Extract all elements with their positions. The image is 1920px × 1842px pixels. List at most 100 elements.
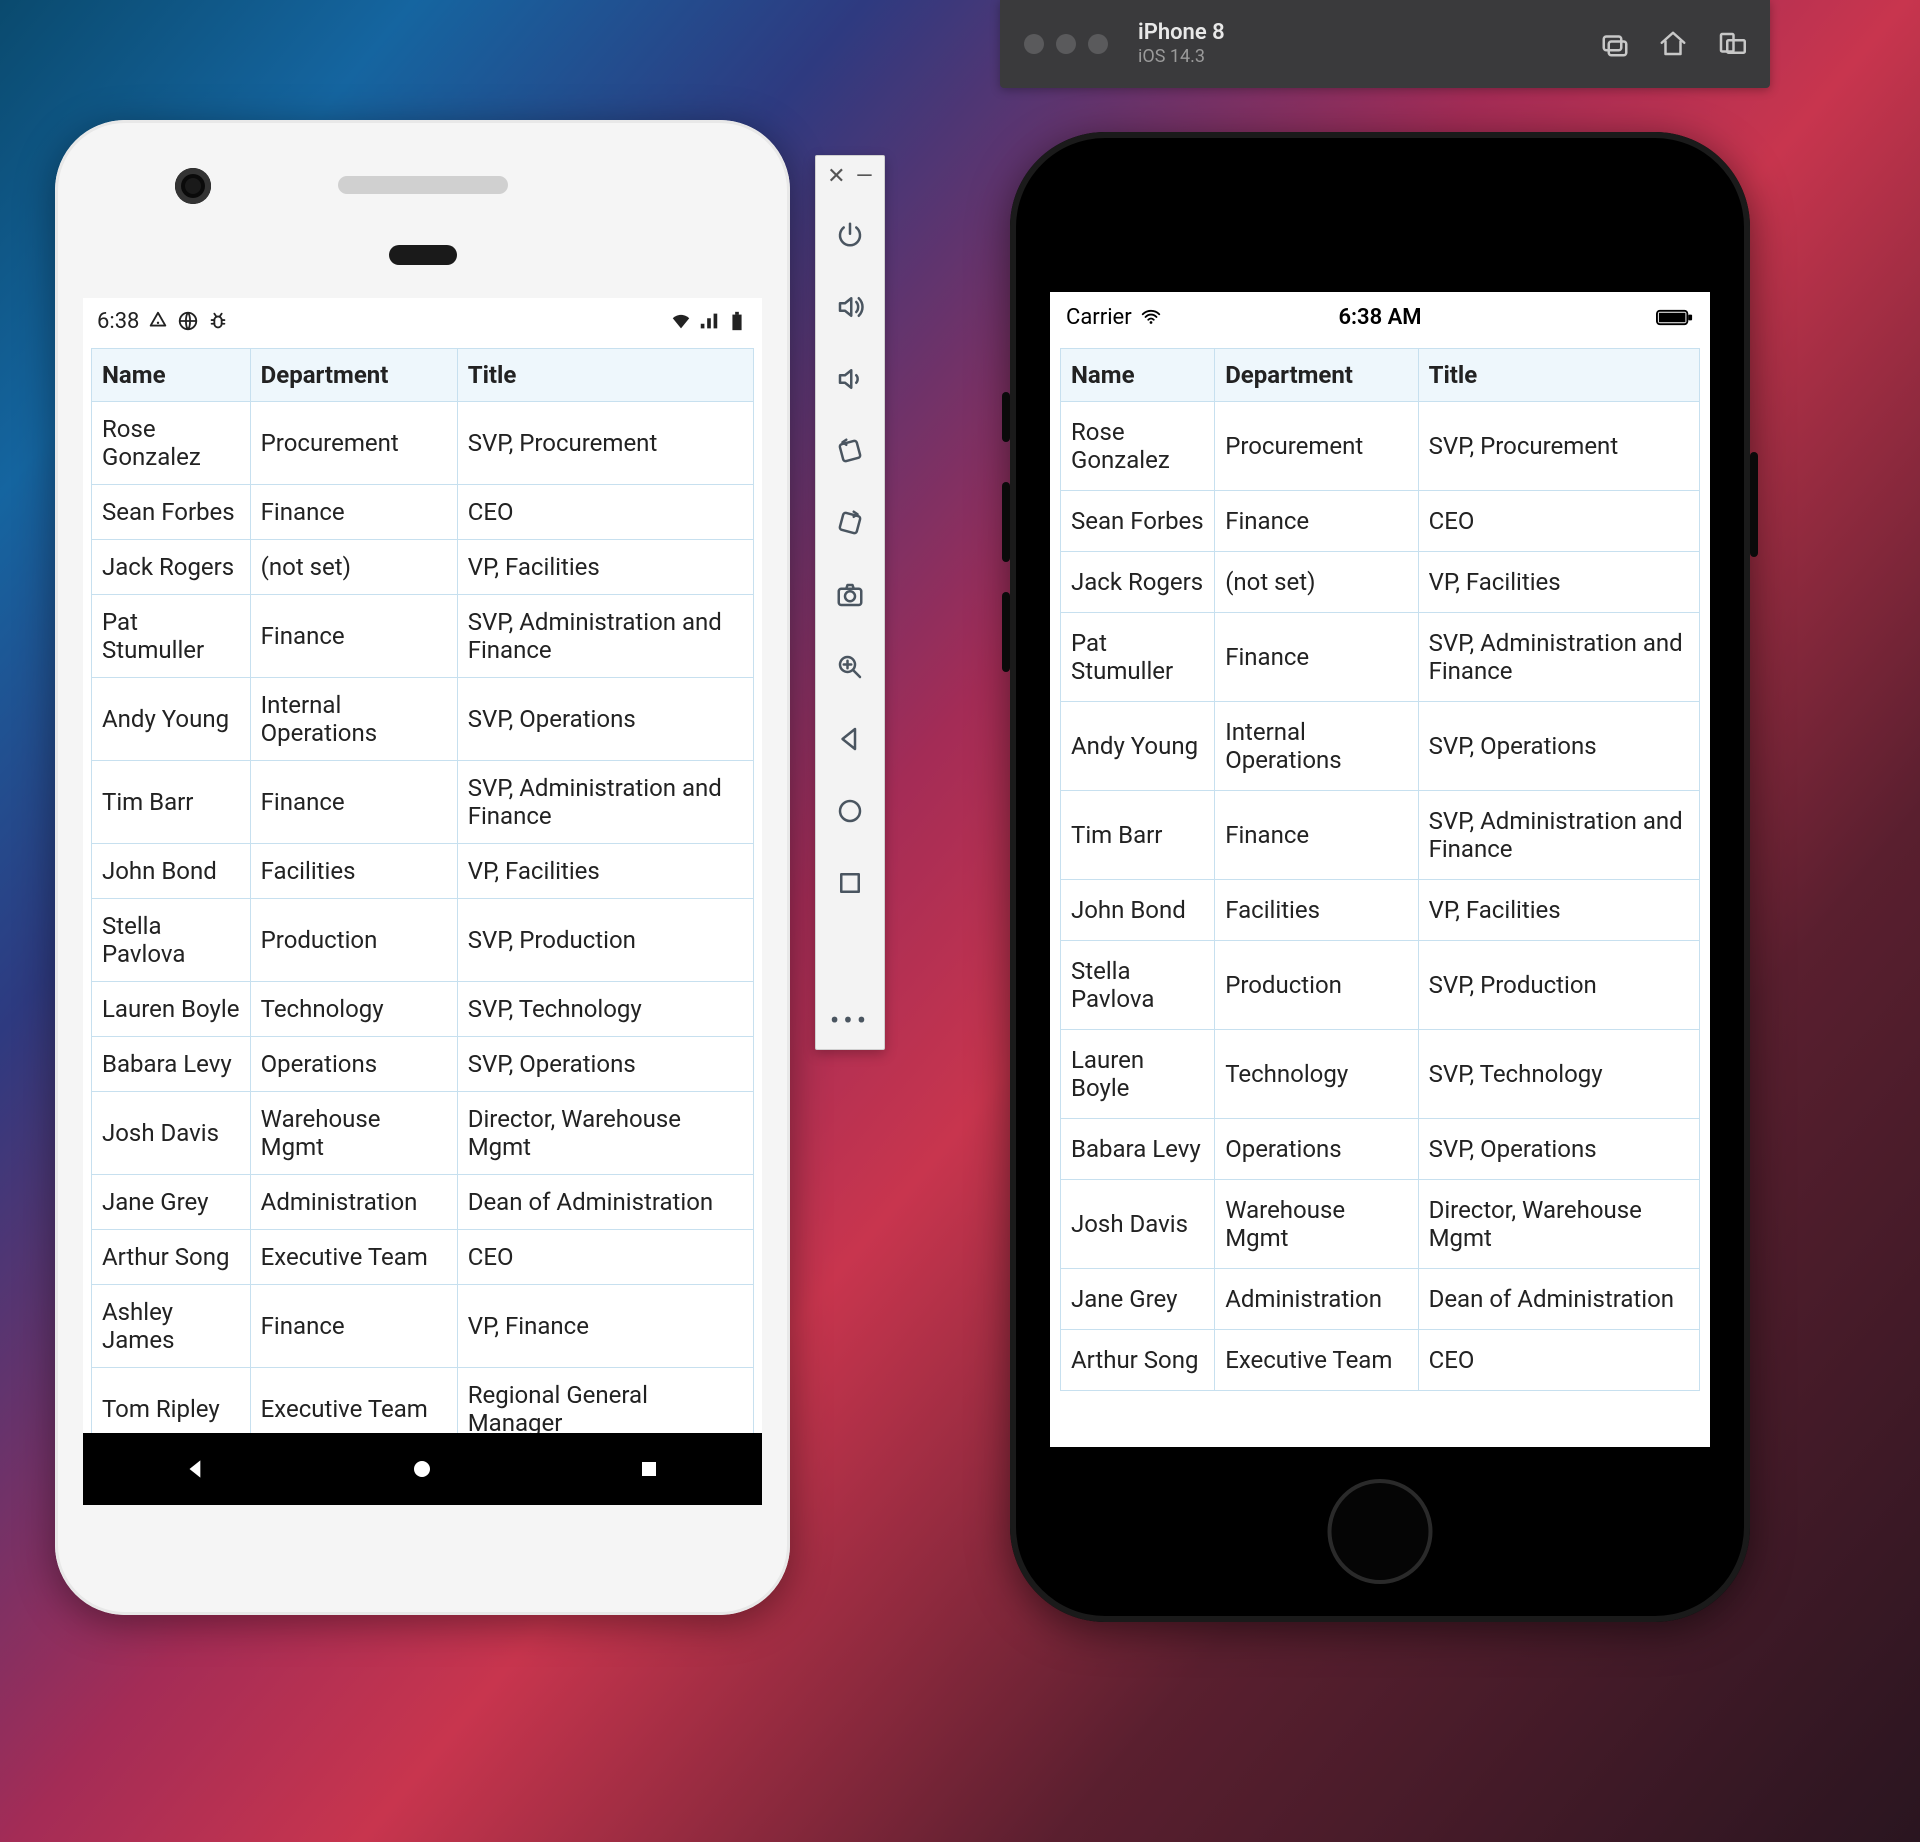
rotate-left-icon[interactable] (828, 429, 872, 473)
table-row[interactable]: Jack Rogers(not set)VP, Facilities (92, 540, 754, 595)
cell-title: Dean of Administration (1418, 1269, 1699, 1330)
cell-title: SVP, Technology (1418, 1030, 1699, 1119)
table-row[interactable]: Tim BarrFinanceSVP, Administration and F… (92, 761, 754, 844)
emu-back-icon[interactable] (828, 717, 872, 761)
android-app-content[interactable]: Name Department Title Rose GonzalezProcu… (83, 344, 762, 1433)
table-row[interactable]: Arthur SongExecutive TeamCEO (92, 1230, 754, 1285)
cell-title: SVP, Administration and Finance (1418, 791, 1699, 880)
table-header-row: Name Department Title (92, 349, 754, 402)
cell-title: SVP, Production (457, 899, 753, 982)
cell-department: Finance (1215, 613, 1418, 702)
table-row[interactable]: Pat StumullerFinanceSVP, Administration … (92, 595, 754, 678)
cell-department: Facilities (250, 844, 457, 899)
cell-department: Finance (250, 1285, 457, 1368)
iphone-power-button[interactable] (1750, 452, 1758, 557)
cell-title: VP, Facilities (1418, 552, 1699, 613)
table-row[interactable]: Tom RipleyExecutive TeamRegional General… (92, 1368, 754, 1434)
iphone-mute-switch[interactable] (1002, 392, 1010, 442)
contacts-table-android[interactable]: Name Department Title Rose GonzalezProcu… (91, 348, 754, 1433)
cell-name: Andy Young (92, 678, 251, 761)
table-row[interactable]: Jack Rogers(not set)VP, Facilities (1061, 552, 1700, 613)
table-row[interactable]: Sean ForbesFinanceCEO (92, 485, 754, 540)
volume-down-icon[interactable] (828, 357, 872, 401)
ios-simulator-titlebar[interactable]: iPhone 8 iOS 14.3 (1000, 0, 1770, 88)
table-row[interactable]: Lauren BoyleTechnologySVP, Technology (92, 982, 754, 1037)
table-row[interactable]: John BondFacilitiesVP, Facilities (1061, 880, 1700, 941)
volume-up-icon[interactable] (828, 285, 872, 329)
cell-name: Andy Young (1061, 702, 1215, 791)
table-row[interactable]: Jane GreyAdministrationDean of Administr… (92, 1175, 754, 1230)
ios-app-content[interactable]: Name Department Title Rose GonzalezProcu… (1050, 342, 1710, 1447)
table-row[interactable]: Lauren BoyleTechnologySVP, Technology (1061, 1030, 1700, 1119)
table-row[interactable]: Stella PavlovaProductionSVP, Production (1061, 941, 1700, 1030)
table-row[interactable]: Andy YoungInternal OperationsSVP, Operat… (92, 678, 754, 761)
cell-department: Warehouse Mgmt (1215, 1180, 1418, 1269)
window-zoom-icon[interactable] (1088, 34, 1108, 54)
table-row[interactable]: Rose GonzalezProcurementSVP, Procurement (1061, 402, 1700, 491)
cell-name: Lauren Boyle (92, 982, 251, 1037)
table-row[interactable]: Andy YoungInternal OperationsSVP, Operat… (1061, 702, 1700, 791)
sim-screenshot-icon[interactable] (1600, 29, 1630, 59)
contacts-table-ios[interactable]: Name Department Title Rose GonzalezProcu… (1060, 348, 1700, 1391)
iphone-volume-down[interactable] (1002, 592, 1010, 672)
iphone-volume-up[interactable] (1002, 482, 1010, 562)
emu-close-button[interactable]: ✕ (827, 164, 845, 189)
sim-rotate-icon[interactable] (1716, 29, 1746, 59)
cell-title: SVP, Administration and Finance (457, 595, 753, 678)
window-traffic-lights[interactable] (1024, 34, 1108, 54)
cell-department: Operations (250, 1037, 457, 1092)
zoom-icon[interactable] (828, 645, 872, 689)
col-name-header: Name (1061, 349, 1215, 402)
table-row[interactable]: Jane GreyAdministrationDean of Administr… (1061, 1269, 1700, 1330)
cell-name: Jane Grey (1061, 1269, 1215, 1330)
emu-more-icon[interactable]: ••• (830, 1004, 870, 1037)
cell-department: Facilities (1215, 880, 1418, 941)
cell-title: CEO (1418, 491, 1699, 552)
cell-title: SVP, Operations (457, 678, 753, 761)
power-icon[interactable] (828, 213, 872, 257)
cell-title: SVP, Administration and Finance (1418, 613, 1699, 702)
rotate-right-icon[interactable] (828, 501, 872, 545)
window-close-icon[interactable] (1024, 34, 1044, 54)
emu-home-icon[interactable] (828, 789, 872, 833)
android-back-button[interactable] (161, 1449, 231, 1489)
sim-home-icon[interactable] (1658, 29, 1688, 59)
android-recents-button[interactable] (614, 1449, 684, 1489)
cell-name: Ashley James (92, 1285, 251, 1368)
cell-title: SVP, Procurement (1418, 402, 1699, 491)
cellular-icon (698, 310, 720, 332)
pixel-camera (175, 168, 211, 204)
table-row[interactable]: Babara LevyOperationsSVP, Operations (92, 1037, 754, 1092)
table-row[interactable]: Stella PavlovaProductionSVP, Production (92, 899, 754, 982)
table-row[interactable]: Rose GonzalezProcurementSVP, Procurement (92, 402, 754, 485)
android-home-button[interactable] (387, 1449, 457, 1489)
cell-department: Warehouse Mgmt (250, 1092, 457, 1175)
table-row[interactable]: Arthur SongExecutive TeamCEO (1061, 1330, 1700, 1391)
cell-title: VP, Facilities (457, 844, 753, 899)
cell-department: (not set) (250, 540, 457, 595)
cell-title: Director, Warehouse Mgmt (1418, 1180, 1699, 1269)
table-row[interactable]: Josh DavisWarehouse MgmtDirector, Wareho… (92, 1092, 754, 1175)
window-minimize-icon[interactable] (1056, 34, 1076, 54)
table-row[interactable]: Sean ForbesFinanceCEO (1061, 491, 1700, 552)
table-row[interactable]: John BondFacilitiesVP, Facilities (92, 844, 754, 899)
cell-department: Finance (1215, 791, 1418, 880)
cell-name: Babara Levy (92, 1037, 251, 1092)
table-row[interactable]: Babara LevyOperationsSVP, Operations (1061, 1119, 1700, 1180)
table-row[interactable]: Pat StumullerFinanceSVP, Administration … (1061, 613, 1700, 702)
table-row[interactable]: Josh DavisWarehouse MgmtDirector, Wareho… (1061, 1180, 1700, 1269)
cell-department: Finance (250, 595, 457, 678)
table-row[interactable]: Tim BarrFinanceSVP, Administration and F… (1061, 791, 1700, 880)
emu-minimize-button[interactable]: — (856, 164, 873, 189)
screenshot-icon[interactable] (828, 573, 872, 617)
cell-name: Rose Gonzalez (92, 402, 251, 485)
simulator-os-version: iOS 14.3 (1138, 46, 1225, 68)
emu-overview-icon[interactable] (828, 861, 872, 905)
table-row[interactable]: Ashley JamesFinanceVP, Finance (92, 1285, 754, 1368)
col-department-header: Department (250, 349, 457, 402)
battery-icon (726, 310, 748, 332)
iphone-home-button[interactable] (1328, 1479, 1433, 1584)
pixel-sensor-bar (389, 245, 457, 265)
ios-carrier-label: Carrier (1066, 305, 1132, 330)
android-screen: 6:38 (83, 298, 762, 1505)
